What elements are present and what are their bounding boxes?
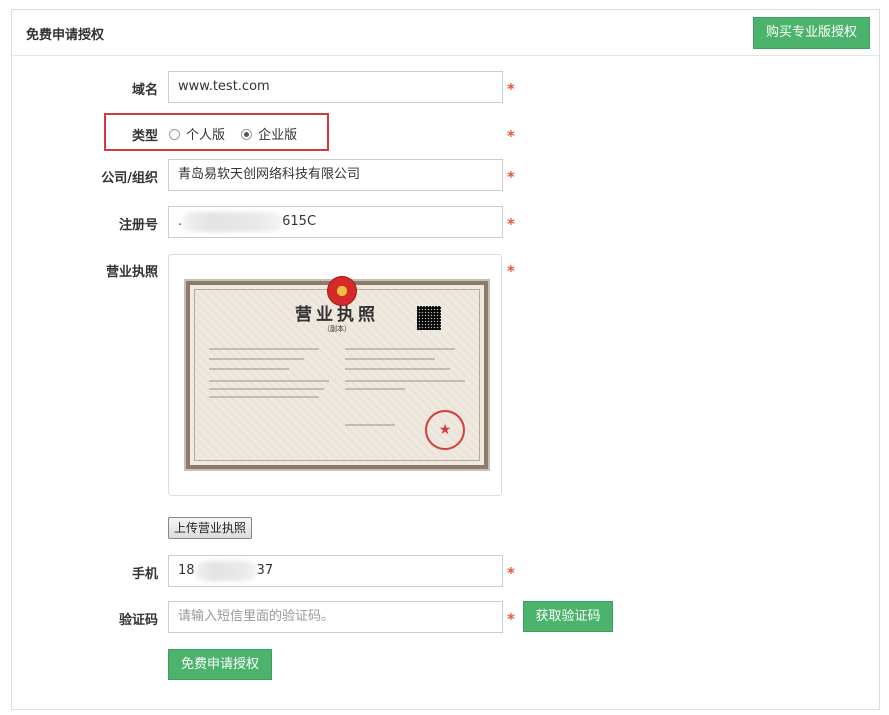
upload-license-button[interactable]: 上传营业执照	[168, 517, 252, 539]
type-required-mark: *	[507, 127, 515, 145]
phone-input[interactable]: 18 37	[168, 555, 503, 587]
type-label: 类型	[131, 129, 158, 144]
panel-header: 免费申请授权 购买专业版授权	[12, 10, 879, 56]
domain-input[interactable]: www.test.com	[168, 71, 503, 103]
domain-required-mark: *	[507, 80, 515, 98]
official-seal-icon: ★	[425, 410, 465, 450]
radio-personal[interactable]: 个人版	[169, 128, 237, 143]
buy-pro-license-button[interactable]: 购买专业版授权	[753, 17, 870, 49]
redacted-blur	[194, 560, 257, 581]
captcha-label: 验证码	[118, 613, 158, 628]
phone-value-start: 18	[178, 563, 195, 578]
phone-value-end: 37	[256, 563, 274, 578]
license-required-mark: *	[507, 262, 515, 280]
radio-unchecked-icon	[169, 129, 180, 140]
reg-no-required-mark: *	[507, 215, 515, 233]
get-code-button[interactable]: 获取验证码	[523, 601, 613, 632]
license-label: 营业执照	[105, 265, 158, 280]
phone-label: 手机	[131, 567, 158, 582]
captcha-input[interactable]: 请输入短信里面的验证码。	[168, 601, 503, 633]
panel-title: 免费申请授权	[26, 28, 105, 43]
captcha-required-mark: *	[507, 610, 515, 628]
license-preview: 营业执照 （副本） ★	[168, 254, 502, 496]
radio-enterprise-label: 企业版	[258, 128, 298, 143]
radio-checked-icon	[241, 129, 253, 140]
redacted-blur	[182, 211, 283, 232]
submit-button[interactable]: 免费申请授权	[168, 649, 272, 680]
company-required-mark: *	[507, 168, 515, 186]
business-license-image: 营业执照 （副本） ★	[184, 276, 490, 471]
radio-personal-label: 个人版	[186, 128, 226, 143]
qr-code-icon	[417, 306, 441, 330]
company-input[interactable]: 青岛易软天创网络科技有限公司	[168, 159, 503, 191]
company-label: 公司/组织	[101, 171, 158, 186]
radio-enterprise[interactable]: 企业版	[241, 128, 309, 143]
type-radio-group: 个人版 企业版	[169, 124, 309, 143]
domain-label: 域名	[131, 83, 158, 98]
reg-no-value-end: 615C	[282, 214, 317, 229]
reg-no-input[interactable]: . 615C	[168, 206, 503, 238]
reg-no-label: 注册号	[118, 218, 158, 233]
phone-required-mark: *	[507, 564, 515, 582]
